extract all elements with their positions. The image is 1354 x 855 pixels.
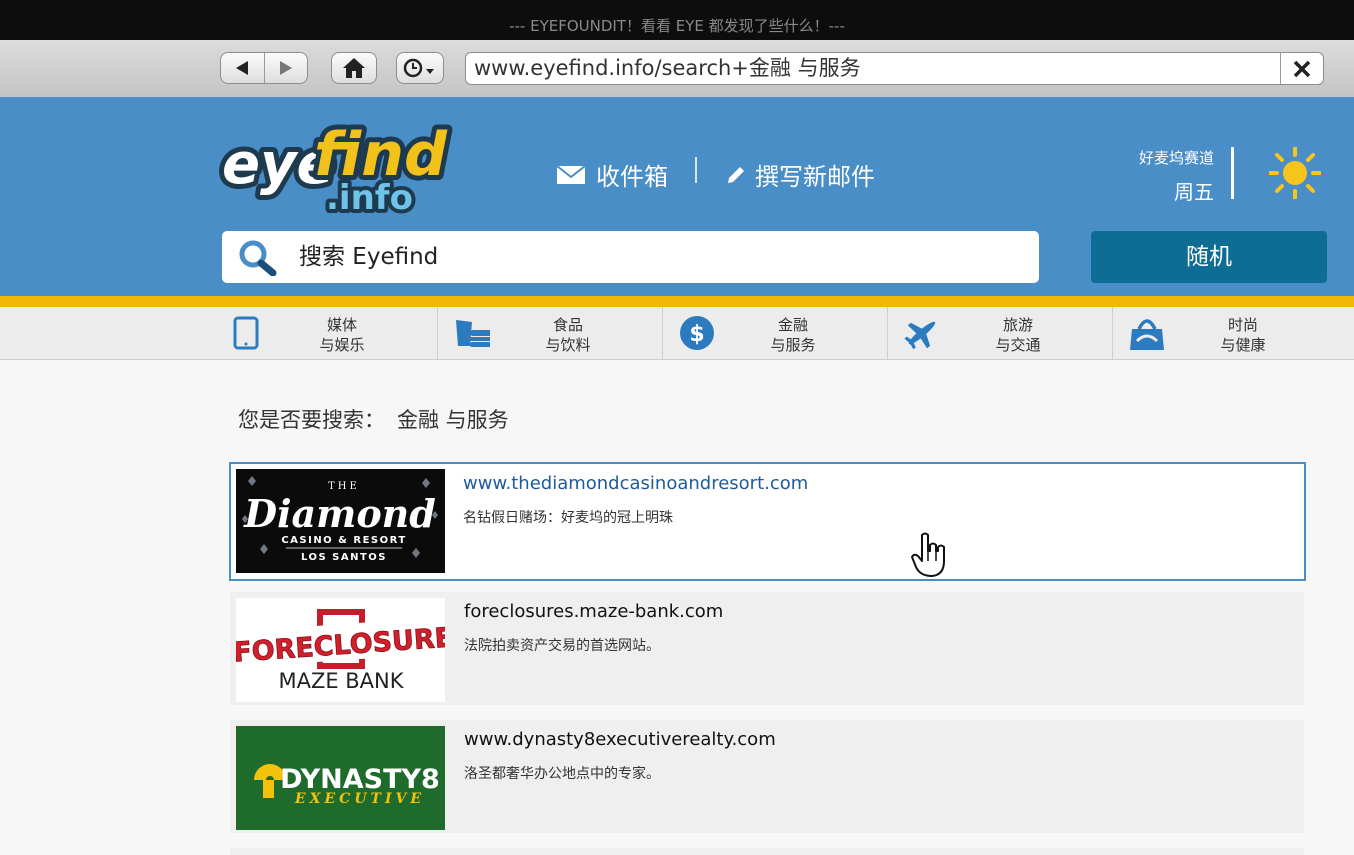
window-title: --- EYEFOUNDIT！看看 EYE 都发现了些什么！--- xyxy=(0,0,1354,40)
weather-day: 周五 xyxy=(1174,180,1214,204)
weather-location: 好麦坞赛道 xyxy=(1138,149,1214,167)
history-button[interactable] xyxy=(396,52,444,84)
category-label-1: 旅游 xyxy=(1002,316,1033,334)
nav-buttons xyxy=(220,52,308,84)
weather-widget xyxy=(1268,146,1322,203)
svg-text:$: $ xyxy=(689,322,704,347)
category-label-2: 与交通 xyxy=(995,336,1041,354)
search-result-partial[interactable] xyxy=(230,848,1304,855)
result-description: 名钻假日赌场：好麦坞的冠上明珠 xyxy=(463,510,673,526)
forward-button[interactable] xyxy=(263,53,308,83)
svg-text:MAZE BANK: MAZE BANK xyxy=(278,669,404,693)
triangle-left-icon xyxy=(236,61,249,75)
result-url[interactable]: www.dynasty8executiverealty.com xyxy=(464,729,776,750)
category-food[interactable]: 食品 与饮料 xyxy=(437,307,663,359)
back-button[interactable] xyxy=(221,53,264,83)
tablet-icon xyxy=(233,316,259,350)
svg-text:Diamond: Diamond xyxy=(243,491,436,536)
category-finance[interactable]: $ 金融与服务 xyxy=(662,307,888,359)
result-thumbnail-diamond: THE Diamond CASINO & RESORT LOS SANTOS xyxy=(236,469,445,573)
random-button[interactable]: 随机 xyxy=(1091,231,1327,283)
search-box[interactable]: 搜索 Eyefind xyxy=(222,231,1039,283)
search-input[interactable]: 搜索 Eyefind xyxy=(299,231,438,283)
compose-link[interactable]: 撰写新邮件 xyxy=(727,157,875,192)
category-travel[interactable]: 旅游 与交通 xyxy=(887,307,1113,359)
category-nav: 媒体与娱乐 食品与饮料 $ 金融与服务 旅游与交通 时尚与健康 xyxy=(0,307,1354,360)
result-description: 洛圣都奢华办公地点中的专家。 xyxy=(464,766,660,782)
category-label-2: 与娱乐 xyxy=(319,336,365,354)
diamond-casino-logo: THE Diamond CASINO & RESORT LOS SANTOS xyxy=(236,469,445,573)
category-fashion[interactable]: 时尚 与健康 xyxy=(1112,307,1338,359)
category-label-2: 与饮料 xyxy=(545,336,591,354)
home-button[interactable] xyxy=(331,52,377,84)
result-thumbnail-maze-bank: FORECLOSURE MAZE BANK xyxy=(236,598,445,702)
result-description: 法院拍卖资产交易的首选网站。 xyxy=(464,638,660,654)
eyefind-logo[interactable]: eye eye find find .info .info xyxy=(217,113,462,222)
result-url[interactable]: foreclosures.maze-bank.com xyxy=(464,601,723,622)
envelope-icon xyxy=(556,164,586,184)
dynasty8-executive-logo: DYNASTY8 EXECUTIVE xyxy=(236,726,445,830)
category-label-1: 食品 xyxy=(552,316,583,334)
result-url[interactable]: www.thediamondcasinoandresort.com xyxy=(463,473,808,494)
result-thumbnail-dynasty8: DYNASTY8 EXECUTIVE xyxy=(236,726,445,830)
sun-icon xyxy=(1268,146,1322,200)
category-label-2: 与服务 xyxy=(770,336,816,354)
inbox-label: 收件箱 xyxy=(596,163,668,191)
category-media[interactable]: 媒体 与娱乐 xyxy=(212,307,437,359)
food-icon xyxy=(456,320,490,347)
url-text: www.eyefind.info/search+金融 与服务 xyxy=(474,56,861,80)
search-icon xyxy=(239,240,277,276)
did-you-mean-prefix: 您是否要搜索： xyxy=(238,408,385,432)
search-result[interactable]: THE Diamond CASINO & RESORT LOS SANTOS w… xyxy=(229,462,1306,581)
svg-text:EXECUTIVE: EXECUTIVE xyxy=(294,791,425,807)
did-you-mean: 您是否要搜索： 金融 与服务 xyxy=(238,404,509,434)
browser-toolbar: www.eyefind.info/search+金融 与服务 xyxy=(0,40,1354,98)
did-you-mean-query[interactable]: 金融 与服务 xyxy=(397,408,509,432)
header-divider xyxy=(695,157,697,183)
hand-pointer-icon xyxy=(911,532,945,577)
category-label-1: 金融 xyxy=(777,316,808,334)
clear-url-button[interactable] xyxy=(1280,53,1323,84)
compose-label: 撰写新邮件 xyxy=(755,163,875,191)
mouse-cursor xyxy=(910,531,950,583)
search-result[interactable]: FORECLOSURE MAZE BANK foreclosures.maze-… xyxy=(230,592,1304,705)
search-result[interactable]: DYNASTY8 EXECUTIVE www.dynasty8executive… xyxy=(230,720,1304,833)
svg-text:.info: .info xyxy=(326,178,413,218)
shopping-bag-icon xyxy=(1130,319,1164,350)
clock-dropdown-icon xyxy=(403,58,434,78)
maze-bank-foreclosure-logo: FORECLOSURE MAZE BANK xyxy=(236,598,445,702)
address-bar[interactable]: www.eyefind.info/search+金融 与服务 xyxy=(465,52,1324,85)
site-header: eye eye find find .info .info 收件箱 撰写新邮件 … xyxy=(0,97,1354,296)
pencil-icon xyxy=(728,166,744,183)
triangle-right-icon xyxy=(279,61,292,75)
inbox-link[interactable]: 收件箱 xyxy=(556,157,668,192)
category-label-2: 与健康 xyxy=(1220,336,1266,354)
dollar-coin-icon: $ xyxy=(680,316,714,350)
category-label-1: 媒体 xyxy=(326,316,357,334)
x-icon xyxy=(1293,60,1311,77)
weather-divider xyxy=(1231,147,1234,199)
airplane-icon xyxy=(904,321,936,350)
accent-bar xyxy=(0,296,1354,307)
home-icon xyxy=(343,58,365,78)
svg-text:LOS SANTOS: LOS SANTOS xyxy=(301,552,387,563)
category-label-1: 时尚 xyxy=(1227,316,1258,334)
eyefind-logo-graphic: eye eye find find .info .info xyxy=(217,115,453,222)
svg-text:CASINO & RESORT: CASINO & RESORT xyxy=(281,535,406,546)
